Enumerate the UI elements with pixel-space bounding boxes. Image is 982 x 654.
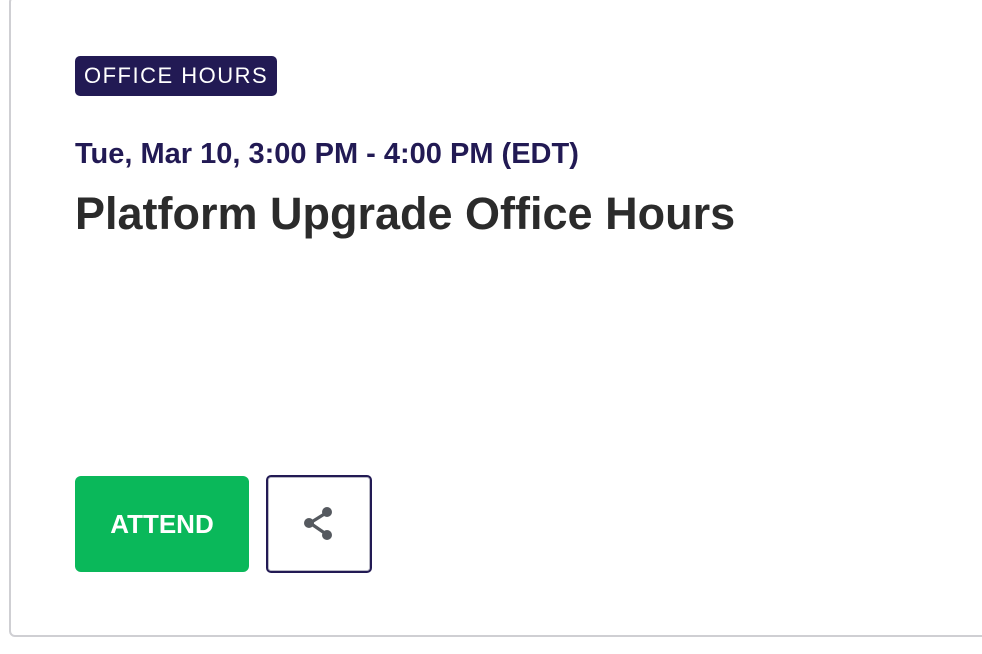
share-icon [304, 507, 332, 540]
share-button[interactable] [266, 475, 372, 573]
attend-button[interactable]: ATTEND [75, 476, 249, 572]
event-type-badge: OFFICE HOURS [75, 56, 278, 96]
event-datetime: Tue, Mar 10, 3:00 PM - 4:00 PM (EDT) [75, 138, 579, 170]
event-title: Platform Upgrade Office Hours [75, 188, 736, 239]
